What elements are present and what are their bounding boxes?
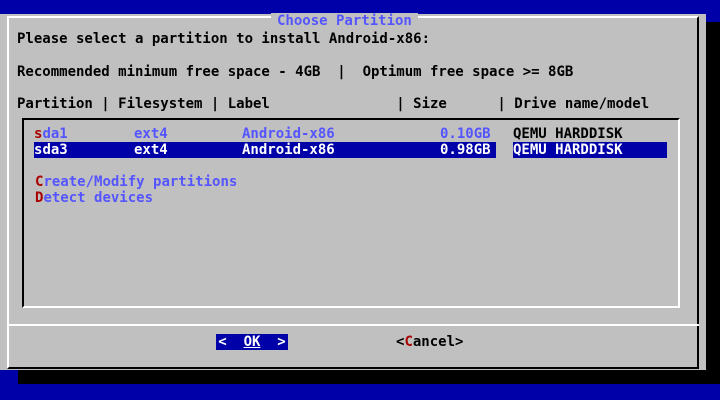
partition-row-sda1[interactable]: sda1 ext4 Android-x86 0.10GB QEMU HARDDI…: [24, 126, 678, 142]
button-separator: [7, 324, 699, 326]
install-prompt: Please select a partition to install And…: [17, 31, 431, 47]
partition-drive: QEMU HARDDISK: [513, 142, 623, 158]
space-note: Recommended minimum free space - 4GB | O…: [17, 64, 574, 80]
partition-filesystem: ext4: [134, 126, 168, 142]
partition-name: sda3: [34, 142, 68, 158]
partition-drive: QEMU HARDDISK: [513, 126, 623, 142]
partition-size: 0.10GB: [440, 126, 491, 142]
partition-row-sda3[interactable]: sda3 ext4 Android-x86 0.98GB QEMU HARDDI…: [24, 142, 678, 158]
choose-partition-dialog: Choose Partition Please select a partiti…: [0, 13, 706, 370]
partition-label: Android-x86: [242, 126, 335, 142]
partition-list[interactable]: sda1 ext4 Android-x86 0.10GB QEMU HARDDI…: [22, 118, 680, 308]
partition-name: sda1: [34, 126, 68, 142]
ok-button[interactable]: < OK >: [216, 334, 288, 350]
dialog-title: Choose Partition: [271, 13, 418, 29]
detect-devices-item[interactable]: Detect devices: [35, 190, 153, 206]
partition-size: 0.98GB: [440, 142, 491, 158]
partition-table-header: Partition | Filesystem | Label | Size | …: [17, 96, 650, 112]
partition-label: Android-x86: [242, 142, 335, 158]
partition-filesystem: ext4: [134, 142, 168, 158]
create-modify-partitions-item[interactable]: Create/Modify partitions: [35, 174, 237, 190]
cancel-button[interactable]: <Cancel>: [396, 334, 463, 350]
